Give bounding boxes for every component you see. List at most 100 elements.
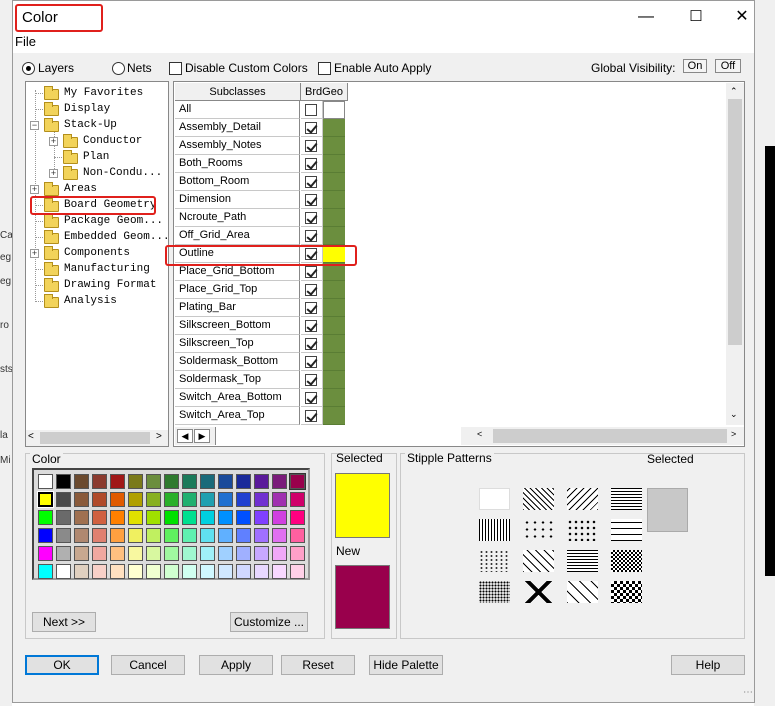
palette-swatch[interactable] bbox=[110, 474, 125, 489]
palette-swatch[interactable] bbox=[236, 474, 251, 489]
palette-swatch[interactable] bbox=[56, 474, 71, 489]
tree-item[interactable]: My Favorites bbox=[64, 86, 143, 100]
color-cell[interactable] bbox=[323, 353, 345, 371]
tree-expand-icon[interactable]: + bbox=[30, 185, 39, 194]
palette-swatch[interactable] bbox=[110, 564, 125, 579]
palette-swatch[interactable] bbox=[290, 510, 305, 525]
palette-swatch[interactable] bbox=[128, 474, 143, 489]
tree-item[interactable]: Conductor bbox=[83, 134, 142, 148]
color-cell[interactable] bbox=[323, 317, 345, 335]
palette-swatch[interactable] bbox=[92, 564, 107, 579]
visibility-checkbox[interactable] bbox=[305, 320, 317, 332]
resize-grip-icon[interactable]: ⋯ bbox=[743, 687, 753, 698]
palette-swatch[interactable] bbox=[128, 546, 143, 561]
scroll-left-icon[interactable]: < bbox=[477, 429, 482, 439]
palette-swatch[interactable] bbox=[218, 528, 233, 543]
tree-item[interactable]: Analysis bbox=[64, 294, 117, 308]
tree-collapse-icon[interactable]: − bbox=[30, 121, 39, 130]
palette-swatch[interactable] bbox=[164, 564, 179, 579]
palette-swatch[interactable] bbox=[254, 546, 269, 561]
palette-swatch[interactable] bbox=[128, 564, 143, 579]
subclass-row-label[interactable]: Soldermask_Top bbox=[175, 371, 300, 389]
palette-swatch[interactable] bbox=[56, 528, 71, 543]
palette-swatch[interactable] bbox=[272, 510, 287, 525]
palette-swatch[interactable] bbox=[37, 491, 54, 508]
close-button[interactable]: ✕ bbox=[719, 3, 765, 31]
tree-item[interactable]: Package Geom... bbox=[64, 214, 163, 228]
palette-swatch[interactable] bbox=[236, 528, 251, 543]
palette-swatch[interactable] bbox=[290, 564, 305, 579]
palette-swatch[interactable] bbox=[200, 564, 215, 579]
palette-swatch[interactable] bbox=[146, 474, 161, 489]
palette-swatch[interactable] bbox=[182, 564, 197, 579]
subclass-row-label[interactable]: Plating_Bar bbox=[175, 299, 300, 317]
color-cell[interactable] bbox=[323, 335, 345, 353]
minimize-button[interactable]: — bbox=[623, 3, 669, 31]
subclass-row-label[interactable]: Silkscreen_Top bbox=[175, 335, 300, 353]
palette-swatch[interactable] bbox=[92, 528, 107, 543]
subclass-row-label[interactable]: Off_Grid_Area bbox=[175, 227, 300, 245]
tree-item[interactable]: Areas bbox=[64, 182, 97, 196]
visibility-checkbox[interactable] bbox=[305, 266, 317, 278]
palette-swatch[interactable] bbox=[74, 546, 89, 561]
visibility-checkbox[interactable] bbox=[305, 284, 317, 296]
stipple-pattern[interactable] bbox=[611, 488, 642, 510]
palette-swatch[interactable] bbox=[272, 492, 287, 507]
color-cell[interactable] bbox=[323, 101, 345, 119]
tree-item[interactable]: Display bbox=[64, 102, 110, 116]
subclass-row-label[interactable]: Ncroute_Path bbox=[175, 209, 300, 227]
tree-horizontal-scroll-thumb[interactable] bbox=[40, 432, 150, 444]
palette-swatch[interactable] bbox=[200, 528, 215, 543]
palette-swatch[interactable] bbox=[74, 474, 89, 489]
palette-swatch[interactable] bbox=[56, 492, 71, 507]
palette-swatch[interactable] bbox=[236, 510, 251, 525]
grid-horizontal-scroll-thumb[interactable] bbox=[493, 429, 727, 443]
palette-swatch[interactable] bbox=[200, 492, 215, 507]
palette-swatch[interactable] bbox=[182, 510, 197, 525]
menu-file[interactable]: File bbox=[15, 34, 36, 49]
palette-swatch[interactable] bbox=[290, 492, 305, 507]
palette-swatch[interactable] bbox=[92, 492, 107, 507]
palette-swatch[interactable] bbox=[110, 492, 125, 507]
visibility-checkbox[interactable] bbox=[305, 140, 317, 152]
palette-swatch[interactable] bbox=[146, 564, 161, 579]
palette-swatch[interactable] bbox=[56, 546, 71, 561]
palette-swatch[interactable] bbox=[218, 474, 233, 489]
visibility-checkbox[interactable] bbox=[305, 356, 317, 368]
column-header-brdgeo[interactable]: BrdGeo bbox=[301, 83, 348, 101]
color-cell[interactable] bbox=[323, 299, 345, 317]
palette-swatch[interactable] bbox=[146, 546, 161, 561]
color-cell[interactable] bbox=[323, 209, 345, 227]
layers-radio[interactable] bbox=[22, 62, 35, 75]
disable-custom-colors-checkbox[interactable] bbox=[169, 62, 182, 75]
tree-item[interactable]: Manufacturing bbox=[64, 262, 150, 276]
scroll-down-icon[interactable]: ⌄ bbox=[730, 409, 738, 420]
stipple-pattern[interactable] bbox=[567, 488, 598, 510]
palette-swatch[interactable] bbox=[146, 492, 161, 507]
subclass-row-label[interactable]: Silkscreen_Bottom bbox=[175, 317, 300, 335]
stipple-pattern[interactable] bbox=[611, 581, 642, 603]
color-cell[interactable] bbox=[323, 281, 345, 299]
palette-swatch[interactable] bbox=[218, 564, 233, 579]
reset-button[interactable]: Reset bbox=[281, 655, 355, 675]
palette-swatch[interactable] bbox=[218, 492, 233, 507]
maximize-button[interactable]: ☐ bbox=[673, 3, 719, 31]
stipple-pattern[interactable] bbox=[611, 519, 642, 541]
palette-swatch[interactable] bbox=[200, 474, 215, 489]
subclass-row-label[interactable]: Both_Rooms bbox=[175, 155, 300, 173]
stipple-pattern[interactable] bbox=[523, 581, 554, 603]
stipple-pattern[interactable] bbox=[611, 550, 642, 572]
palette-swatch[interactable] bbox=[146, 510, 161, 525]
visibility-checkbox[interactable] bbox=[305, 194, 317, 206]
tree-expand-icon[interactable]: + bbox=[30, 249, 39, 258]
tree-expand-icon[interactable]: + bbox=[49, 137, 58, 146]
stipple-pattern[interactable] bbox=[567, 519, 598, 541]
visibility-checkbox[interactable] bbox=[305, 392, 317, 404]
palette-swatch[interactable] bbox=[182, 546, 197, 561]
scroll-left-icon[interactable]: < bbox=[28, 431, 34, 442]
palette-swatch[interactable] bbox=[254, 528, 269, 543]
scroll-up-icon[interactable]: ⌃ bbox=[730, 86, 738, 97]
tree-item[interactable]: Non-Condu... bbox=[83, 166, 162, 180]
ok-button[interactable]: OK bbox=[25, 655, 99, 675]
stipple-pattern[interactable] bbox=[567, 581, 598, 603]
